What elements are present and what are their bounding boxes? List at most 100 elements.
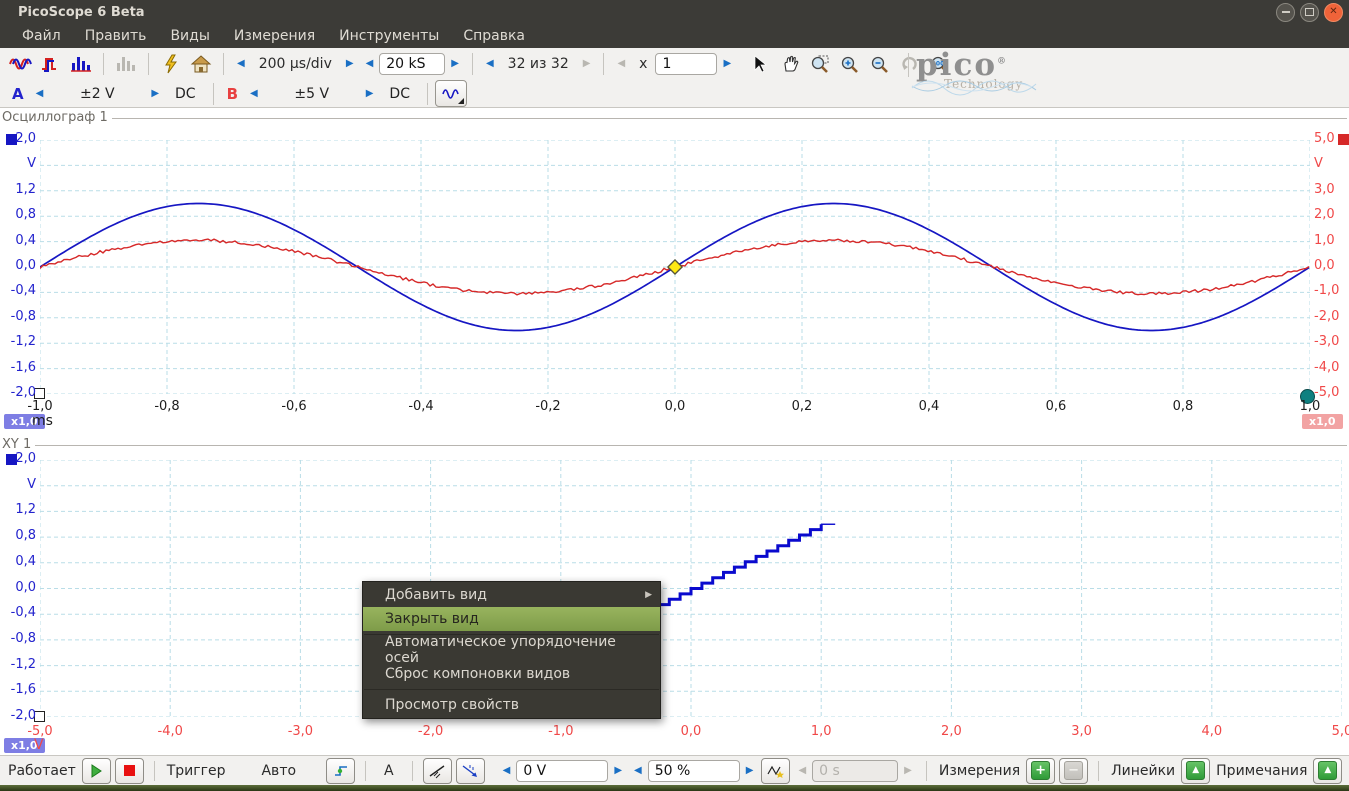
timebase-decrease-button[interactable]: ◀	[231, 59, 251, 69]
persistence-mode-button[interactable]	[113, 52, 139, 76]
channel-b-label[interactable]: B	[221, 85, 244, 103]
add-measurement-button[interactable]: +	[1026, 757, 1056, 784]
square-wave-mode-button[interactable]	[38, 52, 64, 76]
start-button[interactable]	[81, 757, 111, 784]
axis-tick: 1,0	[1314, 232, 1335, 248]
trigger-level-decrease[interactable]: ◀	[497, 765, 517, 776]
channel-a-coupling[interactable]: DC	[165, 86, 206, 102]
maximize-button[interactable]	[1300, 2, 1319, 22]
advanced-trigger-button[interactable]	[761, 757, 791, 784]
statusbar-separator	[365, 760, 367, 781]
maximize-icon	[1305, 8, 1314, 16]
window-zoom-button[interactable]	[807, 52, 833, 76]
scope-view-title: Осциллограф 1	[2, 110, 108, 125]
minus-icon: −	[1064, 761, 1084, 780]
rulers-button[interactable]: ▲	[1181, 757, 1211, 784]
remove-measurement-button[interactable]: −	[1059, 757, 1089, 784]
context-menu-item-label: Просмотр свойств	[385, 697, 520, 713]
menu-bar: Файл Править Виды Измерения Инструменты Справ…	[0, 24, 1349, 48]
samples-input[interactable]	[379, 53, 446, 75]
axis-tick: -0,4	[10, 605, 36, 621]
axis-tick: -1,2	[10, 334, 36, 350]
sine-waves-icon	[9, 58, 32, 70]
context-menu-item-label: Закрыть вид	[385, 611, 479, 627]
menu-item-2[interactable]: Виды	[158, 26, 221, 46]
menu-item-3[interactable]: Измерения	[222, 26, 327, 46]
context-menu-item-6[interactable]: Просмотр свойств	[363, 693, 660, 717]
pretrigger-decrease[interactable]: ◀	[628, 765, 648, 776]
timebase-value[interactable]: 200 µs/div	[251, 56, 340, 72]
trigger-level-increase[interactable]: ▶	[608, 765, 628, 776]
trigger-marker-diamond[interactable]	[666, 258, 684, 276]
trigger-level-input[interactable]	[516, 759, 609, 782]
close-button[interactable]: ✕	[1324, 2, 1343, 22]
buffer-next-button[interactable]: ▶	[577, 59, 597, 69]
trigger-mode-select[interactable]: Авто	[257, 763, 300, 779]
axis-tick: 0,6	[1045, 399, 1067, 414]
channel-a-range-increase[interactable]: ▶	[145, 88, 165, 99]
channel-b-coupling[interactable]: DC	[379, 86, 420, 102]
zoom-decrease-button[interactable]: ◀	[611, 59, 631, 69]
channel-b-range-increase[interactable]: ▶	[360, 88, 380, 99]
rising-edge-button[interactable]	[422, 757, 452, 784]
channel-b-range[interactable]: ±5 V	[264, 86, 360, 102]
main-toolbar: ◀ 200 µs/div ▶ ◀ ▶ ◀ 32 из 32 ▶ ◀ x ▶	[0, 48, 1349, 80]
menu-item-1[interactable]: Править	[73, 26, 159, 46]
scope-plot-area[interactable]	[40, 140, 1310, 394]
channel-a-range-decrease[interactable]: ◀	[30, 88, 50, 99]
context-menu-item-0[interactable]: Добавить вид ▶	[363, 583, 660, 607]
falling-edge-button[interactable]	[455, 757, 485, 784]
channel-a-range[interactable]: ±2 V	[49, 86, 145, 102]
spectrum-mode-button[interactable]	[68, 52, 94, 76]
xy-plot-area[interactable]	[40, 460, 1342, 717]
axis-tick: 0,0	[15, 258, 36, 273]
zoom-increase-button[interactable]: ▶	[717, 59, 737, 69]
signal-generator-button[interactable]	[434, 80, 467, 107]
home-icon	[190, 55, 212, 73]
channel-a-label[interactable]: A	[6, 85, 30, 103]
trigger-source-select[interactable]: A	[374, 763, 404, 779]
title-bar: PicoScope 6 Beta ✕	[0, 0, 1349, 24]
persistence-bars-icon	[117, 57, 135, 71]
axis-tick: 0,8	[1172, 399, 1194, 414]
pretrigger-increase[interactable]: ▶	[740, 765, 760, 776]
pointer-tool-button[interactable]	[747, 52, 773, 76]
channel-b-range-decrease[interactable]: ◀	[244, 88, 264, 99]
samples-decrease-button[interactable]: ◀	[360, 59, 380, 69]
auto-setup-button[interactable]	[158, 52, 184, 76]
minimize-button[interactable]	[1276, 2, 1295, 22]
minimize-icon	[1281, 11, 1290, 13]
buffer-prev-button[interactable]: ◀	[480, 59, 500, 69]
scope-view: Осциллограф 1 x1,0 ms x1,0 2,0 V 1,2 0,8 0,4…	[0, 108, 1349, 435]
zoom-in-button[interactable]	[837, 52, 863, 76]
trigger-marker-button[interactable]	[326, 757, 356, 784]
dropdown-corner-icon	[457, 98, 464, 104]
spectrum-bars-icon	[71, 57, 91, 72]
axis-tick: -0,8	[154, 399, 180, 414]
falling-edge-icon	[462, 764, 478, 777]
zoom-out-button[interactable]	[867, 52, 893, 76]
pan-tool-button[interactable]	[777, 52, 803, 76]
zoom-multiplier-input[interactable]	[655, 53, 718, 75]
timebase-increase-button[interactable]: ▶	[340, 59, 360, 69]
context-menu-item-1[interactable]: Закрыть вид	[363, 607, 660, 631]
menu-item-0[interactable]: Файл	[10, 26, 73, 46]
axis-tick: -1,0	[1314, 283, 1340, 299]
axis-tick: 2,0	[941, 724, 962, 739]
scope-mode-button[interactable]	[8, 52, 34, 76]
delay-increase[interactable]: ▶	[898, 765, 918, 776]
menu-item-4[interactable]: Инструменты	[327, 26, 451, 46]
delay-decrease[interactable]: ◀	[792, 765, 812, 776]
axis-tick: 2,0	[15, 451, 36, 466]
axis-tick: -1,6	[10, 359, 36, 375]
context-menu-item-3[interactable]: Автоматическое упорядочение осей	[363, 634, 660, 666]
samples-increase-button[interactable]: ▶	[445, 59, 465, 69]
menu-item-5[interactable]: Справка	[451, 26, 537, 46]
rising-edge-icon	[429, 764, 445, 778]
stop-button[interactable]	[114, 757, 144, 784]
home-button[interactable]	[188, 52, 214, 76]
toolbar-separator	[471, 53, 473, 75]
notes-button[interactable]: ▲	[1313, 757, 1343, 784]
pretrigger-input[interactable]	[647, 759, 740, 782]
axis-tick: 4,0	[1201, 724, 1223, 739]
